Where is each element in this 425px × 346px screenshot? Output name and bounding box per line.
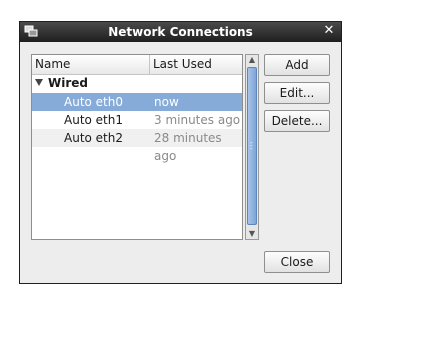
add-button[interactable]: Add	[264, 54, 330, 76]
scroll-up-arrow-icon[interactable]: ▲	[247, 55, 257, 65]
edit-button[interactable]: Edit...	[264, 82, 330, 104]
close-button[interactable]: Close	[264, 251, 330, 273]
connection-last-used: 28 minutes ago	[154, 131, 222, 163]
delete-button[interactable]: Delete...	[264, 110, 330, 132]
expander-triangle-icon[interactable]	[35, 79, 43, 86]
scroll-down-arrow-icon[interactable]: ▼	[247, 229, 257, 239]
connection-last-used: now	[154, 95, 179, 109]
table-row[interactable]: Auto eth0 now	[32, 93, 242, 111]
connection-last-used: 3 minutes ago	[154, 113, 241, 127]
titlebar[interactable]: Network Connections ✕	[20, 22, 341, 42]
close-icon[interactable]: ✕	[323, 24, 335, 38]
connections-tree[interactable]: Name Last Used Wired Auto eth0 now Auto …	[31, 54, 243, 240]
table-row[interactable]: Auto eth2 28 minutes ago	[32, 129, 242, 163]
window-title: Network Connections	[108, 25, 253, 39]
connection-name: Auto eth2	[64, 131, 124, 145]
network-connections-window: Network Connections ✕ Name Last Used Wir…	[19, 21, 342, 284]
grip-icon: ---	[250, 139, 253, 153]
tree-header: Name Last Used	[32, 55, 242, 75]
scrollbar-thumb[interactable]: ---	[247, 67, 257, 225]
column-header-name[interactable]: Name	[32, 55, 150, 74]
column-header-last-used[interactable]: Last Used	[150, 55, 242, 74]
connection-name: Auto eth1	[64, 113, 124, 127]
group-row-wired[interactable]: Wired	[32, 74, 242, 92]
connection-name: Auto eth0	[64, 95, 124, 109]
table-row[interactable]: Auto eth1 3 minutes ago	[32, 111, 242, 129]
group-label: Wired	[48, 76, 88, 90]
vertical-scrollbar[interactable]: ▲ --- ▼	[245, 54, 259, 240]
